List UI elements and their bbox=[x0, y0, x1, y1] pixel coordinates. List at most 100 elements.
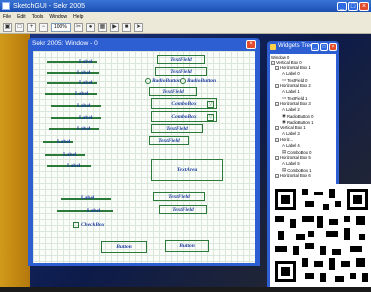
tree-node[interactable]: − Horizontal Box 6 bbox=[275, 173, 311, 178]
sketch-window: Sekr 2005: Window - 0 × Label TextField … bbox=[28, 38, 260, 266]
app-icon bbox=[2, 2, 10, 10]
label-5: Label bbox=[77, 103, 91, 109]
tree-node[interactable]: A Label 4 bbox=[282, 143, 300, 148]
menu-window[interactable]: Window bbox=[49, 14, 67, 20]
zoom-select[interactable]: 100% bbox=[51, 22, 71, 32]
textfield-5-text: TextField bbox=[158, 137, 180, 144]
play-icon[interactable]: ▶ bbox=[110, 22, 119, 32]
tree-window-icon bbox=[270, 44, 276, 50]
close-button[interactable]: × bbox=[359, 1, 369, 11]
tree-node[interactable]: A Label 0 bbox=[282, 71, 300, 76]
label-3: Label bbox=[79, 80, 93, 86]
combobox-2[interactable]: ComboBox ▽ bbox=[151, 111, 217, 122]
label-stroke bbox=[45, 93, 97, 95]
label-stroke bbox=[57, 210, 113, 212]
textfield-3[interactable]: TextField bbox=[149, 87, 197, 96]
maximize-button[interactable]: □ bbox=[348, 1, 358, 11]
zoom-out-icon[interactable]: − bbox=[39, 22, 48, 32]
checkbox-label: CheckBox bbox=[81, 222, 105, 228]
collapse-icon[interactable]: − bbox=[275, 101, 279, 106]
sketch-window-title: Sekr 2005: Window - 0 bbox=[32, 40, 98, 47]
label-12: Label bbox=[87, 208, 101, 214]
tree-node[interactable]: A Label 5 bbox=[282, 161, 300, 166]
label-2: Label bbox=[77, 70, 91, 76]
tree-node[interactable]: − Horiz... bbox=[275, 137, 293, 142]
delete-icon[interactable]: ✂ bbox=[74, 22, 83, 32]
menu-tools[interactable]: Tools bbox=[32, 14, 44, 20]
radio-1[interactable] bbox=[145, 78, 151, 84]
combobox-1-text: ComboBox bbox=[171, 100, 197, 107]
pointer-icon[interactable]: ➤ bbox=[134, 22, 143, 32]
tree-node-label: Horizontal Box 2 bbox=[280, 83, 311, 88]
radio-2[interactable] bbox=[180, 78, 186, 84]
tree-node-label: Vertical Box 1 bbox=[280, 125, 306, 130]
qr-code-icon bbox=[272, 186, 371, 285]
menu-edit[interactable]: Edit bbox=[17, 14, 26, 20]
menu-file[interactable]: File bbox=[3, 14, 11, 20]
tree-node-label: Horizontal Box 3 bbox=[280, 101, 311, 106]
zoom-in-icon[interactable]: + bbox=[27, 22, 36, 32]
collapse-icon[interactable]: − bbox=[275, 125, 279, 130]
textfield-6[interactable]: TextField bbox=[153, 192, 205, 201]
qr-code-overlay bbox=[272, 184, 371, 287]
label-9: Label bbox=[63, 152, 77, 158]
tree-close-button[interactable]: × bbox=[329, 43, 337, 51]
textfield-2-text: TextField bbox=[170, 68, 192, 75]
label-icon: A bbox=[282, 89, 286, 94]
tree-node[interactable]: − Vertical Box 1 bbox=[275, 125, 306, 130]
tree-node-label: Label 3 bbox=[286, 131, 300, 136]
minimize-button[interactable]: _ bbox=[337, 1, 347, 11]
collapse-icon[interactable]: − bbox=[271, 60, 275, 65]
collapse-icon[interactable]: − bbox=[275, 137, 279, 142]
button-2-text: Button bbox=[179, 243, 195, 249]
combobox-1[interactable]: ComboBox ▽ bbox=[151, 98, 217, 109]
tree-maximize-button[interactable]: □ bbox=[320, 43, 328, 51]
tree-node[interactable]: A Label 1 bbox=[282, 89, 300, 94]
textfield-7[interactable]: TextField bbox=[159, 205, 207, 214]
label-11: Label bbox=[81, 195, 95, 201]
label-icon: A bbox=[282, 131, 286, 136]
textfield-5[interactable]: TextField bbox=[149, 136, 189, 145]
textfield-1[interactable]: TextField bbox=[157, 55, 205, 64]
tree-node[interactable]: − Horizontal Box 5 bbox=[275, 155, 311, 160]
desktop-strip bbox=[0, 34, 30, 287]
label-7: Label bbox=[77, 126, 91, 132]
collapse-icon[interactable]: − bbox=[275, 155, 279, 160]
textfield-2[interactable]: TextField bbox=[155, 67, 207, 76]
circle-icon[interactable]: ● bbox=[86, 22, 95, 32]
stop-icon[interactable]: ■ bbox=[122, 22, 131, 32]
radio-2-label: RadioButton bbox=[187, 78, 217, 84]
menu-help[interactable]: Help bbox=[73, 14, 83, 20]
open-icon[interactable]: □ bbox=[15, 22, 24, 32]
label-4: Label bbox=[75, 91, 89, 97]
tree-node[interactable]: − Horizontal Box 2 bbox=[275, 83, 311, 88]
tree-node-label: ComboBox 0 bbox=[287, 149, 312, 155]
tree-node[interactable]: A Label 3 bbox=[282, 131, 300, 136]
image-icon[interactable]: ▦ bbox=[98, 22, 107, 32]
checkbox[interactable] bbox=[73, 222, 79, 228]
collapse-icon[interactable]: − bbox=[275, 173, 279, 178]
textarea-text: TextArea bbox=[176, 167, 198, 173]
tree-node[interactable]: A Label 2 bbox=[282, 107, 300, 112]
chevron-down-icon[interactable]: ▽ bbox=[207, 114, 214, 121]
tree-node[interactable]: − Horizontal Box 1 bbox=[275, 65, 311, 70]
tree-minimize-button[interactable]: _ bbox=[311, 43, 319, 51]
textfield-6-text: TextField bbox=[168, 193, 190, 200]
label-stroke bbox=[51, 105, 101, 107]
button-2[interactable]: Button bbox=[165, 240, 209, 252]
textfield-4[interactable]: TextField bbox=[151, 124, 203, 133]
save-icon[interactable]: ▣ bbox=[3, 22, 12, 32]
textfield-4-text: TextField bbox=[166, 125, 188, 132]
textarea[interactable]: TextArea bbox=[151, 159, 223, 181]
sketch-canvas[interactable]: Label TextField Label TextField Label Ra… bbox=[33, 51, 255, 263]
tree-node[interactable]: − Horizontal Box 3 bbox=[275, 101, 311, 106]
button-1[interactable]: Button bbox=[101, 241, 147, 253]
collapse-icon[interactable]: − bbox=[275, 83, 279, 88]
tree-node-label: TextField 1 bbox=[287, 95, 308, 101]
collapse-icon[interactable]: − bbox=[275, 65, 279, 70]
textfield-7-text: TextField bbox=[172, 206, 194, 213]
chevron-down-icon[interactable]: ▽ bbox=[207, 101, 214, 108]
tree-node-label: RadioButton 0 bbox=[286, 113, 314, 119]
sketch-close-button[interactable]: × bbox=[246, 40, 256, 49]
textfield-1-text: TextField bbox=[170, 56, 192, 63]
